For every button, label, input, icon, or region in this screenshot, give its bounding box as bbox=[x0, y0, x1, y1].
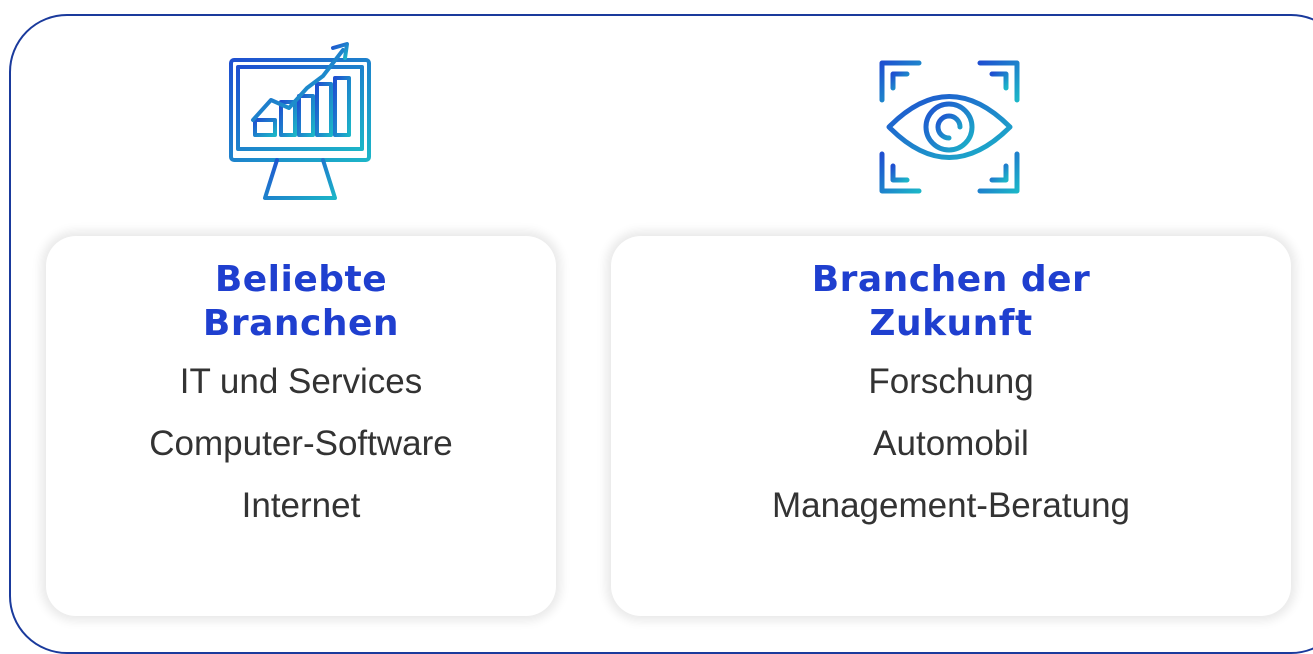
card-title-line: Branchen der bbox=[811, 259, 1091, 300]
list-item: Forschung bbox=[868, 362, 1034, 401]
card-future-industries: Branchen der Zukunft Forschung Automobil… bbox=[611, 236, 1291, 616]
card-title: Branchen der Zukunft bbox=[611, 258, 1291, 346]
list-item: Automobil bbox=[873, 424, 1029, 463]
list-item: Management-Beratung bbox=[772, 486, 1130, 525]
card-title-line: Branchen bbox=[202, 303, 400, 344]
growth-chart-monitor-icon bbox=[229, 42, 371, 200]
list-item: Computer-Software bbox=[149, 424, 453, 463]
card-title-line: Zukunft bbox=[869, 303, 1033, 344]
card-title-line: Beliebte bbox=[214, 259, 388, 300]
list-item: Internet bbox=[241, 486, 361, 525]
card-popular-industries: Beliebte Branchen IT und Services Comput… bbox=[46, 236, 556, 616]
eye-scan-icon bbox=[879, 60, 1020, 194]
card-title: Beliebte Branchen bbox=[46, 258, 556, 346]
industry-list: IT und Services Computer-Software Intern… bbox=[46, 351, 556, 537]
list-item: IT und Services bbox=[179, 362, 423, 401]
industry-list: Forschung Automobil Management-Beratung bbox=[611, 351, 1291, 537]
